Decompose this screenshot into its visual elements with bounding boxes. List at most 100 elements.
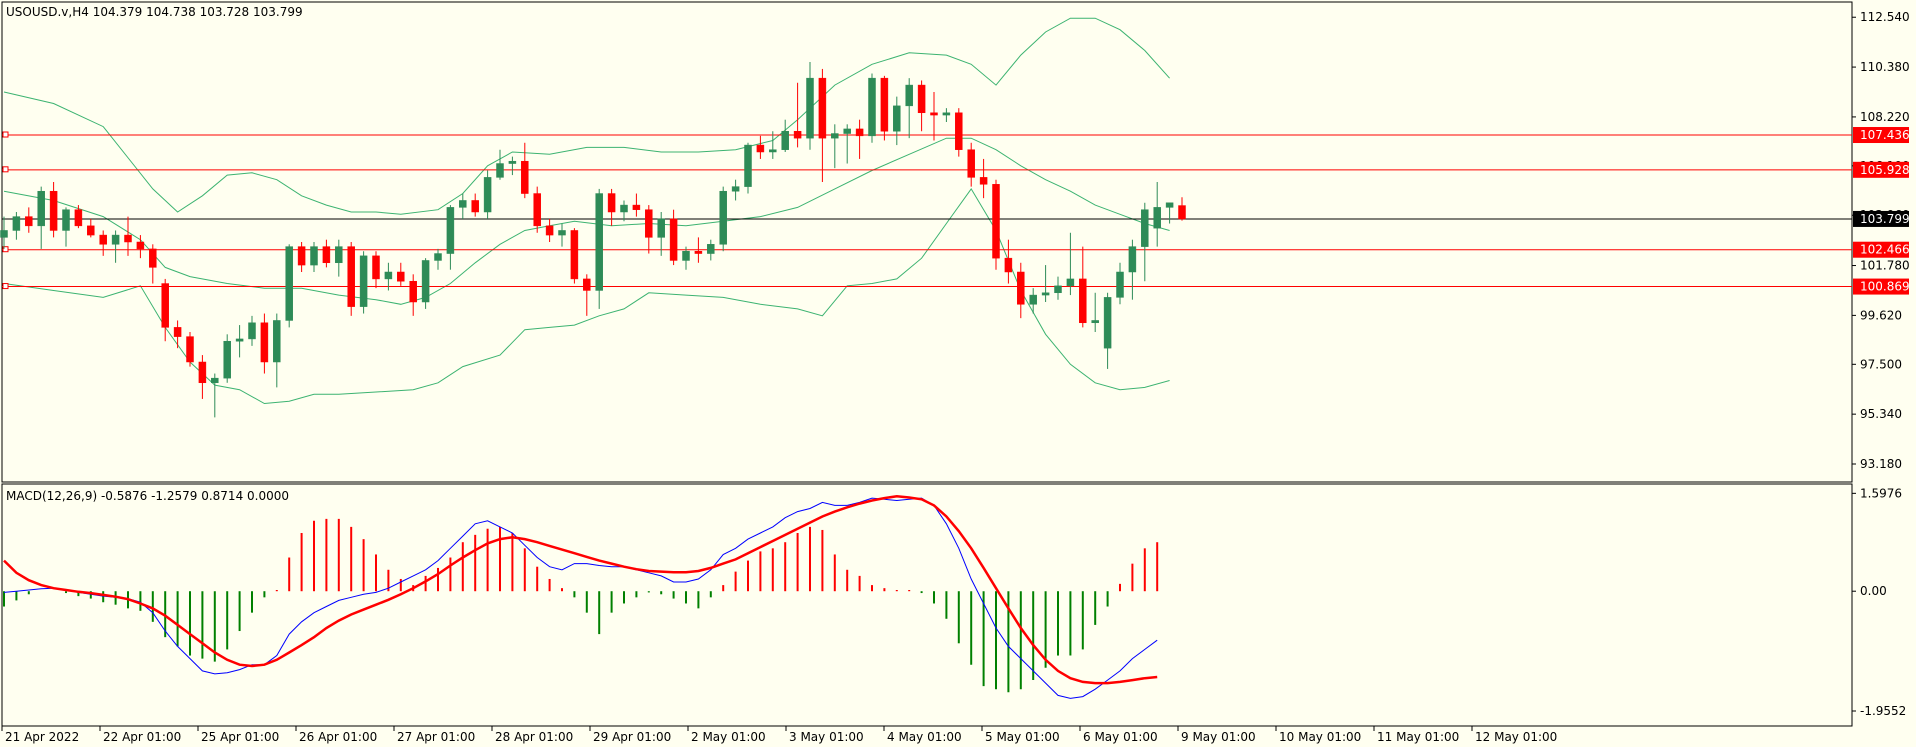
candle-bear xyxy=(136,241,145,250)
candle-bull xyxy=(37,190,45,227)
candle-bull xyxy=(682,250,690,261)
candle-bear xyxy=(87,225,95,236)
candle-bear xyxy=(570,230,579,280)
candle-bear xyxy=(372,255,380,280)
candle-bull xyxy=(384,271,393,280)
candle-bear xyxy=(347,246,355,307)
candle-bull xyxy=(359,255,368,307)
candle-bear xyxy=(992,184,1000,259)
candle-bear xyxy=(99,234,107,245)
price-tick-label: 99.620 xyxy=(1860,308,1902,322)
price-panel-header: USOUSD.v,H4 104.379 104.738 103.728 103.… xyxy=(6,5,303,19)
level-anchor-handle[interactable] xyxy=(2,131,9,138)
candle-bull xyxy=(806,77,814,139)
price-tick-label: 97.500 xyxy=(1860,357,1902,371)
candle-bull xyxy=(1103,297,1112,349)
candle-bull xyxy=(620,204,628,213)
candle-bull xyxy=(1116,271,1124,298)
time-tick-label: 3 May 01:00 xyxy=(789,730,864,744)
candle-bear xyxy=(930,112,938,116)
candle-bear xyxy=(49,190,58,231)
candle-bull xyxy=(719,190,727,245)
level-price-tag-label: 107.436 xyxy=(1860,128,1910,142)
candle-bull xyxy=(1054,285,1062,294)
time-tick-label: 4 May 01:00 xyxy=(887,730,962,744)
candle-bear xyxy=(260,322,269,363)
candle-bear xyxy=(149,248,157,268)
candle-bull xyxy=(111,234,120,245)
candle-bear xyxy=(632,204,641,210)
candle-bull xyxy=(223,340,231,379)
candle-bear xyxy=(297,246,306,266)
candle-bear xyxy=(1004,257,1013,273)
price-tick-label: 110.380 xyxy=(1860,60,1910,74)
candle-bull xyxy=(1029,294,1037,305)
candle-bull xyxy=(1041,292,1050,296)
chart-canvas[interactable]: 112.540110.380108.220106.100103.960101.7… xyxy=(0,0,1916,747)
candle-bear xyxy=(855,128,864,137)
candle-bull xyxy=(769,149,777,153)
time-tick-label: 10 May 01:00 xyxy=(1279,730,1361,744)
candle-bear xyxy=(818,77,827,139)
candle-bear xyxy=(694,250,703,254)
candle-bull xyxy=(1153,207,1161,229)
time-tick-label: 22 Apr 01:00 xyxy=(103,730,181,744)
candle-bear xyxy=(979,177,988,185)
macd-panel-header: MACD(12,26,9) -0.5876 -1.2579 0.8714 0.0… xyxy=(6,489,289,503)
level-anchor-handle[interactable] xyxy=(2,283,9,290)
candle-bear xyxy=(545,225,554,236)
time-tick-label: 6 May 01:00 xyxy=(1083,730,1158,744)
time-tick-label: 12 May 01:00 xyxy=(1475,730,1557,744)
level-price-tag-label: 102.466 xyxy=(1860,243,1910,257)
time-tick-label: 21 Apr 2022 xyxy=(5,730,79,744)
candle-bull xyxy=(248,322,256,340)
candle-bull xyxy=(310,246,318,266)
candle-bull xyxy=(421,260,430,303)
level-price-tag-label: 100.869 xyxy=(1860,280,1910,294)
candle-bear xyxy=(521,160,529,194)
time-tick-label: 28 Apr 01:00 xyxy=(495,730,573,744)
time-tick-label: 26 Apr 01:00 xyxy=(299,730,377,744)
candle-bear xyxy=(322,246,331,264)
price-tick-label: 108.220 xyxy=(1860,110,1910,124)
candle-bull xyxy=(942,112,951,116)
candle-bull xyxy=(12,216,21,231)
candle-bear xyxy=(793,130,802,139)
macd-tick-label: 0.00 xyxy=(1860,584,1887,598)
candle-bear xyxy=(173,327,182,337)
candle-bear xyxy=(645,209,653,238)
candle-bear xyxy=(967,149,975,178)
candle-bull xyxy=(893,105,901,132)
candle-bull xyxy=(1091,320,1099,324)
level-price-tag-label: 105.928 xyxy=(1860,163,1910,177)
candle-bear xyxy=(397,271,405,282)
chart-window[interactable]: 112.540110.380108.220106.100103.960101.7… xyxy=(0,0,1916,747)
candle-bull xyxy=(905,84,913,107)
candle-bull xyxy=(731,186,740,192)
candle-bull xyxy=(1066,278,1075,287)
candle-bull xyxy=(744,144,752,187)
candle-bear xyxy=(1079,278,1087,324)
candle-bear xyxy=(198,361,207,384)
candle-bear xyxy=(25,216,33,227)
candle-bull xyxy=(781,130,789,150)
macd-tick-label: -1.9552 xyxy=(1860,704,1906,718)
candle-bear xyxy=(186,336,194,363)
time-tick-label: 25 Apr 01:00 xyxy=(201,730,279,744)
candle-bull xyxy=(843,128,851,134)
candle-bear xyxy=(756,144,765,153)
level-anchor-handle[interactable] xyxy=(2,166,9,173)
candle-bear xyxy=(409,280,417,303)
candle-bull xyxy=(1165,202,1174,208)
time-tick-label: 2 May 01:00 xyxy=(691,730,766,744)
candle-bear xyxy=(583,278,591,291)
candle-bull xyxy=(335,246,343,264)
time-tick-label: 5 May 01:00 xyxy=(985,730,1060,744)
candle-bull xyxy=(446,207,455,254)
candle-bull xyxy=(459,200,467,208)
candle-bull xyxy=(868,77,876,137)
candle-bull xyxy=(707,244,715,254)
macd-tick-label: 1.5976 xyxy=(1860,486,1902,500)
candle-bear xyxy=(74,209,83,227)
candle-bear xyxy=(1017,271,1025,305)
